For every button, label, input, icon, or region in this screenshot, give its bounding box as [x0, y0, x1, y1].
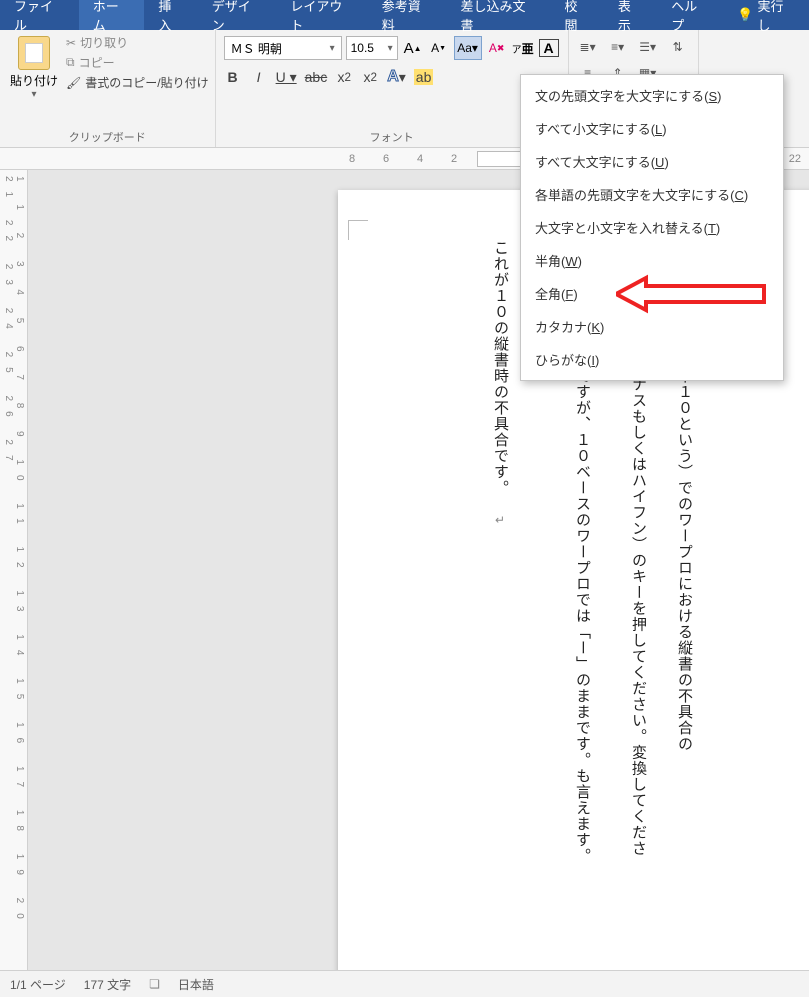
menu-item-half-width[interactable]: 半角(W) — [521, 244, 783, 277]
line-spacing-value: 22 — [781, 153, 809, 165]
bullets-button[interactable]: ≣▾ — [577, 36, 599, 58]
ruler-tick: 6 — [369, 153, 403, 165]
italic-button[interactable]: I — [250, 69, 268, 85]
tab-references[interactable]: 参考資料 — [368, 0, 447, 30]
tell-me[interactable]: 💡 実行し — [723, 0, 809, 30]
tab-help[interactable]: ヘルプ — [657, 0, 723, 30]
ruler-tick: 8 — [335, 153, 369, 165]
cut-button[interactable]: ✂ 切り取り — [66, 34, 209, 51]
margin-corner-icon — [348, 220, 368, 240]
font-size-value: 10.5 — [351, 41, 374, 55]
tell-me-label: 実行し — [757, 0, 795, 34]
menu-item-toggle-case[interactable]: 大文字と小文字を入れ替える(T) — [521, 211, 783, 244]
cut-label: 切り取り — [80, 34, 128, 51]
superscript-button[interactable]: x2 — [361, 69, 379, 85]
menu-item-sentence-case[interactable]: 文の先頭文字を大文字にする(S) — [521, 79, 783, 112]
status-language[interactable]: 日本語 — [178, 976, 214, 993]
font-size-select[interactable]: 10.5 ▾ — [346, 36, 398, 60]
copy-label: コピー — [79, 54, 115, 71]
tab-view[interactable]: 表示 — [604, 0, 657, 30]
format-painter-label: 書式のコピー/貼り付け — [85, 74, 208, 91]
sort-button[interactable]: ⇅ — [667, 36, 689, 58]
paste-button[interactable]: 貼り付け ▾ — [6, 34, 62, 127]
status-page[interactable]: 1/1 ページ — [10, 976, 66, 993]
lightbulb-icon: 💡 — [737, 7, 753, 23]
return-mark-icon: ↵ — [493, 513, 507, 528]
status-word-count[interactable]: 177 文字 — [84, 976, 131, 993]
chevron-down-icon: ▾ — [31, 89, 36, 100]
font-name-value: ＭＳ 明朝 — [231, 40, 282, 57]
highlight-button[interactable]: ab — [414, 69, 434, 85]
group-font: ＭＳ 明朝 ▾ 10.5 ▾ A▲ A▼ Aa▾ A✖ ア亜 A B I U ▾… — [216, 30, 569, 147]
chevron-down-icon: ▾ — [388, 43, 393, 54]
tab-home[interactable]: ホーム — [79, 0, 145, 30]
menu-item-capitalize-each-word[interactable]: 各単語の先頭文字を大文字にする(C) — [521, 178, 783, 211]
tab-file[interactable]: ファイル — [0, 0, 79, 30]
numbering-button[interactable]: ≡▾ — [607, 36, 629, 58]
menu-item-hiragana[interactable]: ひらがな(I) — [521, 343, 783, 376]
tab-mailings[interactable]: 差し込み文書 — [447, 0, 551, 30]
copy-button[interactable]: ⧉ コピー — [66, 54, 209, 71]
text-content: これが１０の縦書時の不具合です。 — [492, 240, 508, 496]
menu-item-uppercase[interactable]: すべて大文字にする(U) — [521, 145, 783, 178]
copy-icon: ⧉ — [66, 55, 75, 70]
character-border-button[interactable]: A — [538, 36, 560, 60]
menu-bar: ファイル ホーム 挿入 デザイン レイアウト 参考資料 差し込み文書 校閲 表示… — [0, 0, 809, 30]
phonetic-guide-button[interactable]: ア亜 — [512, 36, 534, 60]
font-name-select[interactable]: ＭＳ 明朝 ▾ — [224, 36, 342, 60]
clear-formatting-button[interactable]: A✖ — [486, 36, 508, 60]
ruler-tick: 4 — [403, 153, 437, 165]
multilevel-list-button[interactable]: ☰▾ — [637, 36, 659, 58]
change-case-button[interactable]: Aa▾ — [454, 36, 482, 60]
vertical-ruler[interactable]: 1 1 2 3 4 5 6 7 8 9 10 11 12 13 14 15 16… — [0, 170, 28, 970]
group-clipboard-label: クリップボード — [6, 127, 209, 145]
change-case-dropdown: 文の先頭文字を大文字にする(S) すべて小文字にする(L) すべて大文字にする(… — [520, 74, 784, 381]
strikethrough-button[interactable]: abc — [305, 69, 328, 85]
chevron-down-icon: ▾ — [330, 43, 335, 54]
text-effects-button[interactable]: A▾ — [387, 68, 406, 86]
group-font-label: フォント — [222, 127, 562, 145]
menu-item-lowercase[interactable]: すべて小文字にする(L) — [521, 112, 783, 145]
paste-label: 貼り付け — [10, 72, 58, 89]
format-painter-button[interactable]: 🖌 書式のコピー/貼り付け — [66, 74, 209, 91]
group-clipboard: 貼り付け ▾ ✂ 切り取り ⧉ コピー 🖌 書式のコピー/貼り付け クリップボー… — [0, 30, 216, 147]
menu-item-katakana[interactable]: カタカナ(K) — [521, 310, 783, 343]
ruler-tick: 2 — [437, 153, 471, 165]
tab-layout[interactable]: レイアウト — [276, 0, 367, 30]
text-line[interactable]: これが１０の縦書時の不具合です。 ↵ — [486, 240, 514, 880]
menu-item-full-width[interactable]: 全角(F) — [521, 277, 783, 310]
paste-icon — [18, 36, 50, 70]
bold-button[interactable]: B — [224, 69, 242, 85]
underline-button[interactable]: U ▾ — [276, 69, 297, 86]
tab-design[interactable]: デザイン — [198, 0, 277, 30]
spellcheck-icon[interactable]: ❏ — [149, 977, 160, 991]
shrink-font-button[interactable]: A▼ — [428, 36, 450, 60]
tab-insert[interactable]: 挿入 — [144, 0, 197, 30]
tab-review[interactable]: 校閲 — [551, 0, 604, 30]
subscript-button[interactable]: x2 — [335, 69, 353, 85]
brush-icon: 🖌 — [66, 76, 81, 90]
grow-font-button[interactable]: A▲ — [402, 36, 424, 60]
scissors-icon: ✂ — [66, 36, 76, 50]
status-bar: 1/1 ページ 177 文字 ❏ 日本語 — [0, 970, 809, 997]
